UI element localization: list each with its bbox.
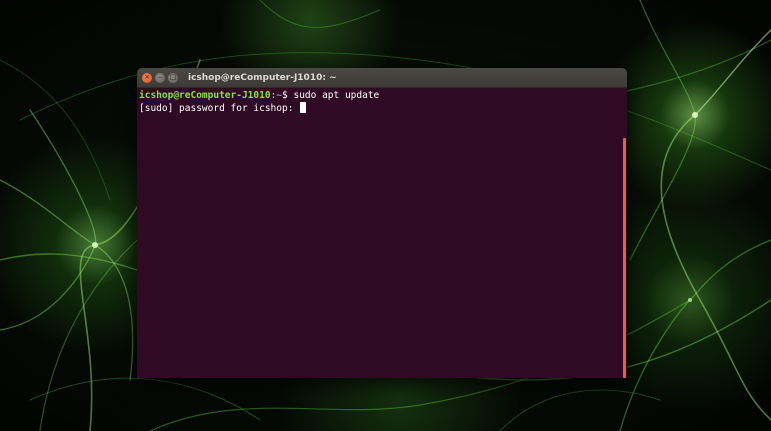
window-titlebar[interactable]: × – □ icshop@reComputer-J1010: ~ [137, 68, 627, 88]
window-controls: × – □ [142, 72, 178, 83]
close-window-button[interactable]: × [142, 72, 152, 83]
scrollbar-thumb[interactable] [623, 138, 626, 378]
terminal-scrollbar[interactable] [619, 88, 627, 378]
prompt-user-host: icshop@reComputer-J1010 [139, 90, 271, 101]
sudo-password-prompt: [sudo] password for icshop: [139, 103, 300, 114]
text-cursor[interactable] [300, 102, 307, 113]
terminal-line-password-prompt: [sudo] password for icshop: [139, 102, 627, 115]
terminal-window[interactable]: × – □ icshop@reComputer-J1010: ~ icshop@… [137, 68, 627, 378]
terminal-command: sudo apt update [293, 90, 380, 101]
window-title: icshop@reComputer-J1010: ~ [188, 72, 337, 83]
minimize-window-button[interactable]: – [155, 72, 165, 83]
terminal-output-area[interactable]: icshop@reComputer-J1010:~$ sudo apt upda… [137, 88, 627, 378]
maximize-window-button[interactable]: □ [168, 72, 178, 83]
terminal-line-command: icshop@reComputer-J1010:~$ sudo apt upda… [139, 90, 627, 102]
prompt-symbol: $ [282, 90, 294, 101]
desktop: × – □ icshop@reComputer-J1010: ~ icshop@… [0, 0, 771, 431]
